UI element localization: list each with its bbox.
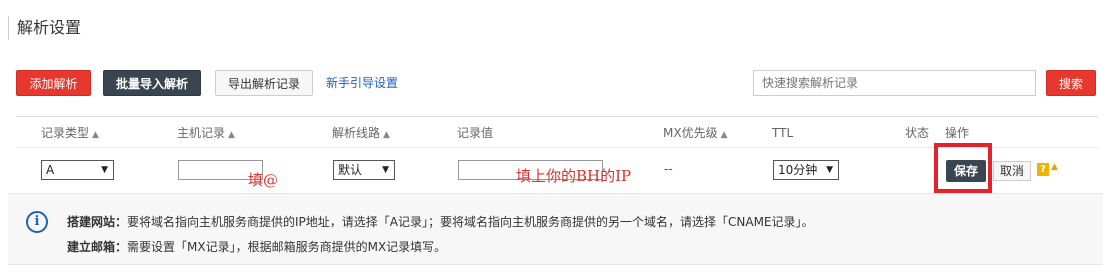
ttl-select[interactable]: 10分钟 ▼	[773, 160, 839, 180]
info-line-website: 搭建网站：要将域名指向主机服务商提供的IP地址，请选择「A记录」；要将域名指向主…	[67, 215, 814, 229]
info-icon: i	[26, 211, 48, 233]
search-button[interactable]: 搜索	[1046, 70, 1096, 96]
header-ttl: TTL	[772, 126, 794, 140]
info-panel: i 搭建网站：要将域名指向主机服务商提供的IP地址，请选择「A记录」；要将域名指…	[8, 193, 1103, 265]
header-value: 记录值	[457, 126, 494, 140]
line-select[interactable]: 默认 ▼	[333, 160, 395, 180]
dropdown-arrow-icon: ▼	[101, 165, 108, 175]
record-type-select[interactable]: A ▼	[41, 160, 114, 180]
header-host[interactable]: 主机记录 ▲	[177, 117, 235, 151]
save-button[interactable]: 保存	[946, 160, 986, 182]
sort-icon: ▲	[720, 130, 728, 140]
sort-icon: ▲	[383, 130, 390, 140]
dropdown-arrow-icon: ▼	[382, 165, 389, 175]
page-title: 解析设置	[8, 16, 81, 40]
value-annotation: 填上你的BH的IP	[516, 167, 632, 185]
host-annotation: 填@	[248, 171, 279, 189]
header-line[interactable]: 解析线路 ▲	[332, 117, 390, 151]
dropdown-arrow-icon: ▼	[826, 165, 833, 175]
header-record-type[interactable]: 记录类型 ▲	[41, 117, 99, 151]
batch-import-button[interactable]: 批量导入解析	[103, 70, 201, 96]
cancel-button[interactable]: 取消	[993, 161, 1031, 181]
mx-priority-value: --	[664, 162, 673, 176]
guide-settings-link[interactable]: 新手引导设置	[326, 70, 398, 96]
collapse-icon[interactable]: ▲	[1051, 162, 1058, 172]
header-status: 状态	[905, 126, 930, 140]
sort-icon: ▲	[92, 130, 99, 140]
header-mx-priority[interactable]: MX优先级 ▲	[663, 117, 728, 151]
help-icon[interactable]: ?	[1037, 163, 1049, 176]
search-input[interactable]	[753, 70, 1036, 96]
sort-icon: ▲	[228, 130, 235, 140]
add-record-button[interactable]: 添加解析	[16, 70, 91, 96]
info-line-mail: 建立邮箱：需要设置「MX记录」，根据邮箱服务商提供的MX记录填写。	[67, 240, 447, 254]
export-records-button[interactable]: 导出解析记录	[215, 70, 313, 96]
